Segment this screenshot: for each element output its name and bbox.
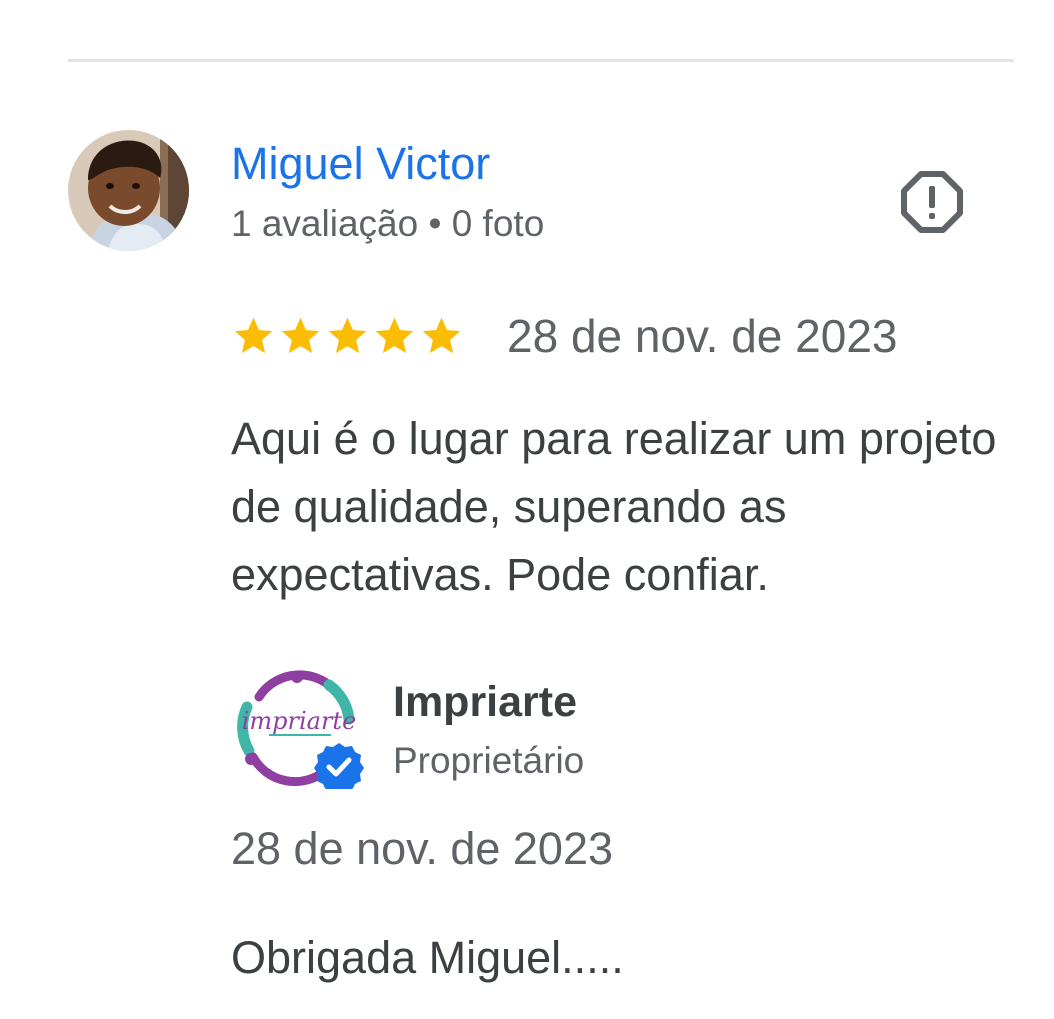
owner-name: Impriarte (393, 678, 578, 726)
review-date: 28 de nov. de 2023 (507, 310, 898, 362)
owner-logo: impriarte (229, 667, 365, 789)
reviewer-avatar[interactable] (68, 130, 189, 251)
reply-text: Obrigada Miguel..... (231, 932, 624, 983)
reply-date: 28 de nov. de 2023 (231, 823, 613, 874)
report-flag-icon (898, 168, 966, 236)
reviewer-meta: 1 avaliação • 0 foto (231, 203, 545, 244)
reviewer-name-link[interactable]: Miguel Victor (231, 136, 490, 192)
star-icon (278, 313, 323, 359)
star-icon (325, 313, 370, 359)
star-icon (231, 313, 276, 359)
report-review-button[interactable] (898, 168, 966, 236)
star-icon (419, 313, 464, 359)
logo-wordmark: impriarte (242, 707, 357, 735)
owner-role: Proprietário (393, 740, 585, 781)
verified-badge-icon (314, 743, 364, 789)
star-icon (372, 313, 417, 359)
top-divider (68, 59, 1014, 62)
review-text: Aqui é o lugar para realizar um projeto … (231, 413, 997, 600)
star-rating (231, 313, 464, 359)
